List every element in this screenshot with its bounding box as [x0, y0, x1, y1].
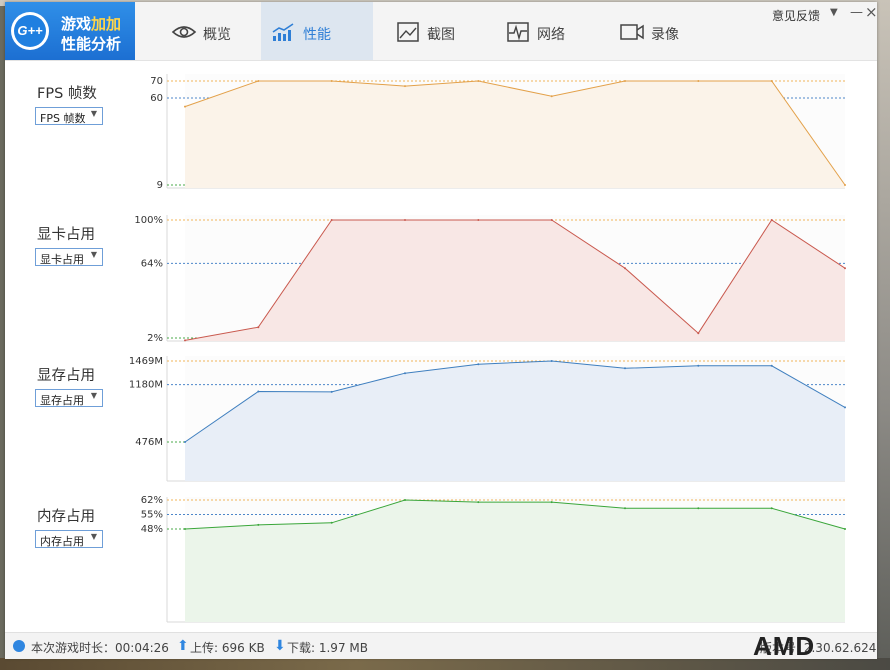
data-point	[624, 80, 626, 82]
tick-label: 1180M	[129, 380, 163, 391]
data-point	[404, 219, 406, 221]
series-area	[185, 81, 845, 188]
data-point	[844, 528, 846, 530]
tick-label: 100%	[134, 215, 163, 226]
data-point	[770, 507, 773, 510]
data-point	[697, 364, 700, 367]
data-point	[477, 80, 480, 82]
data-point	[697, 80, 700, 82]
data-point	[624, 507, 626, 510]
download-arrow-icon: ⬇	[274, 638, 286, 654]
data-point	[550, 501, 553, 504]
clock-icon	[13, 640, 25, 652]
data-point	[184, 441, 186, 443]
data-point	[770, 80, 773, 82]
data-point	[257, 326, 260, 329]
data-point	[404, 85, 406, 88]
tick-label: 64%	[141, 258, 163, 269]
data-point	[624, 267, 626, 270]
data-point	[330, 80, 333, 82]
data-point	[477, 219, 480, 221]
data-point	[404, 499, 406, 501]
data-point	[184, 339, 186, 342]
upload-arrow-icon: ⬆	[177, 638, 189, 654]
tick-label: 48%	[141, 524, 163, 535]
amd-logo: AMD	[753, 631, 816, 661]
data-point	[477, 501, 480, 504]
tick-label: 70	[150, 76, 163, 87]
data-point	[257, 390, 260, 393]
tick-label: 55%	[141, 510, 163, 521]
tick-label: 60	[150, 93, 163, 104]
data-point	[844, 184, 846, 186]
tick-label: 476M	[135, 437, 163, 448]
data-point	[550, 95, 553, 98]
data-point	[697, 332, 700, 335]
download-amount: 下载: 1.97 MB	[287, 641, 368, 655]
data-point	[550, 219, 553, 221]
data-point	[184, 105, 186, 108]
data-point	[844, 267, 846, 270]
data-point	[697, 507, 700, 510]
data-point	[844, 406, 846, 409]
session-duration: 本次游戏时长：00:04:26	[31, 641, 169, 655]
data-point	[404, 372, 406, 375]
data-point	[184, 528, 186, 530]
data-point	[624, 367, 626, 370]
tick-label: 1469M	[129, 356, 163, 367]
performance-charts: 70 60 9 100% 64% 2% 1469M 1180M 476M 62% 55% 48%	[129, 74, 846, 623]
data-point	[550, 360, 553, 362]
data-point	[770, 364, 773, 367]
data-point	[257, 80, 260, 82]
data-point	[477, 363, 480, 366]
desktop-background-right	[877, 0, 890, 670]
data-point	[257, 523, 260, 526]
data-point	[330, 219, 333, 221]
app-window: G++ 游戏加加 性能分析 概览 性能 截图 网络 录像 意见反馈 ▼ — × …	[5, 2, 878, 661]
data-point	[770, 219, 773, 221]
tick-label: 62%	[141, 495, 163, 506]
status-bar: 本次游戏时长：00:04:26 ⬆ 上传: 696 KB ⬇ 下载: 1.97 …	[5, 631, 877, 661]
tick-label: 9	[157, 180, 163, 191]
data-point	[330, 390, 333, 393]
upload-amount: 上传: 696 KB	[190, 641, 265, 655]
tick-label: 2%	[147, 333, 163, 344]
data-point	[330, 521, 333, 524]
